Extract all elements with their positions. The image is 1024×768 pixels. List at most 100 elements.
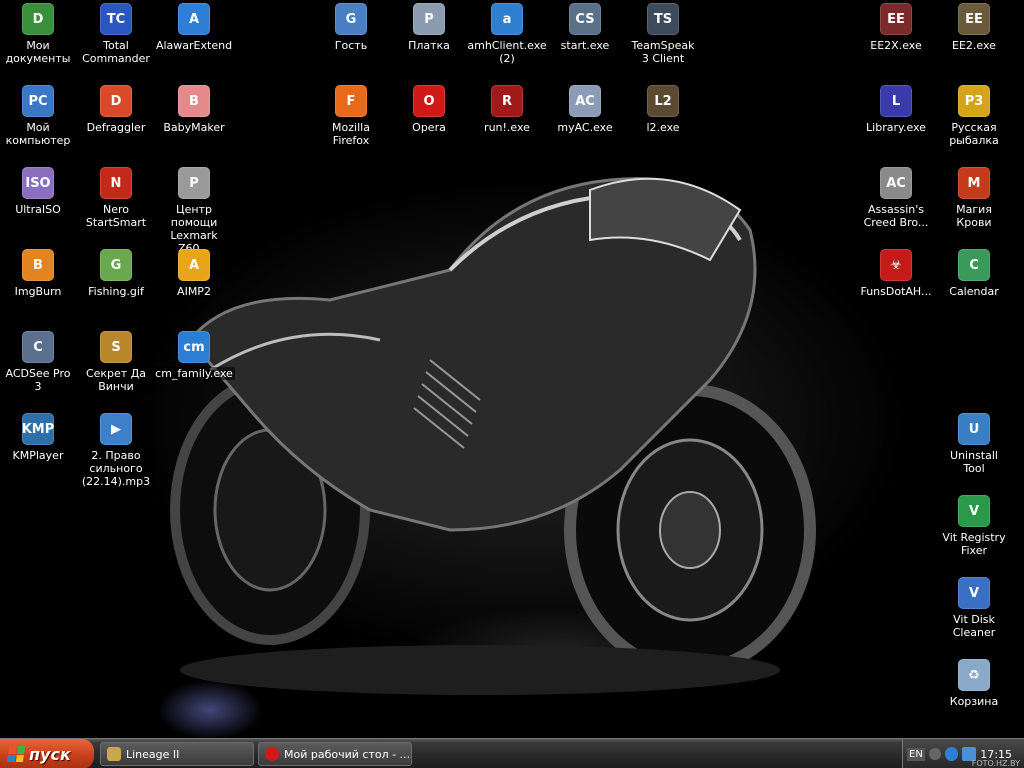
fishing-game-icon: P3 <box>958 85 990 117</box>
babymaker-icon: B <box>178 85 210 117</box>
desktop-icon[interactable]: a amhClient.exe (2) <box>465 3 549 65</box>
alawar-icon: A <box>178 3 210 35</box>
my-documents-icon: D <box>22 3 54 35</box>
desktop-icon[interactable]: PC Мой компьютер <box>0 85 76 147</box>
empire-earth-icon: EE <box>958 3 990 35</box>
language-indicator[interactable]: EN <box>907 747 925 761</box>
desktop-icon[interactable]: U Uninstall Tool <box>936 413 1012 475</box>
desktop-icon[interactable]: G Гость <box>313 3 389 52</box>
network-computer-icon: G <box>335 3 367 35</box>
lineage-icon: L2 <box>647 85 679 117</box>
desktop-icon-label: FunsDotAH... <box>858 285 934 298</box>
desktop-icon[interactable]: L Library.exe <box>858 85 934 134</box>
desktop-icon-label: EE2.exe <box>950 39 998 52</box>
desktop-icon[interactable]: D Мои документы <box>0 3 76 65</box>
desktop-icon[interactable]: A AIMP2 <box>156 249 232 298</box>
desktop-icon-label: BabyMaker <box>161 121 227 134</box>
desktop-icon[interactable]: C Calendar <box>936 249 1012 298</box>
calendar-icon: C <box>958 249 990 281</box>
desktop-icon-label: UltraISO <box>13 203 63 216</box>
amh-client-icon: a <box>491 3 523 35</box>
windows-logo-icon <box>6 746 26 762</box>
desktop-icon[interactable]: B ImgBurn <box>0 249 76 298</box>
desktop-icon-label: Русская рыбалка <box>936 121 1012 147</box>
desktop-icon-label: KMPlayer <box>10 449 66 462</box>
davinci-icon: S <box>100 331 132 363</box>
desktop-icon[interactable]: EE EE2X.exe <box>858 3 934 52</box>
desktop-icon[interactable]: EE EE2.exe <box>936 3 1012 52</box>
watermark: FOTO.HZ.BY <box>971 759 1020 768</box>
desktop-icon[interactable]: S Секрет Да Винчи <box>78 331 154 393</box>
start-label: пуск <box>29 744 71 764</box>
desktop-icon[interactable]: D Defraggler <box>78 85 154 134</box>
empire-earth-x-icon: EE <box>880 3 912 35</box>
desktop-icon[interactable]: V Vit Disk Cleaner <box>936 577 1012 639</box>
start-button[interactable]: пуск <box>0 739 94 768</box>
desktop-icon-label: Vit Disk Cleaner <box>936 613 1012 639</box>
desktop-icon-label: ACDSee Pro 3 <box>0 367 76 393</box>
desktop-icon-label: Vit Registry Fixer <box>936 531 1012 557</box>
disc-icon: ISO <box>22 167 54 199</box>
desktop-icon[interactable]: L2 l2.exe <box>625 85 701 134</box>
desktop-icon-label: Мои документы <box>0 39 76 65</box>
taskbar: пуск Lineage II Мой рабочий стол - ... E… <box>0 738 1024 768</box>
desktop-icon-label: Мой компьютер <box>0 121 76 147</box>
desktop-icon[interactable]: cm cm_family.exe <box>153 331 235 380</box>
desktop-icon[interactable]: A AlawarExtend <box>153 3 235 52</box>
library-icon: L <box>880 85 912 117</box>
desktop-icon-label: myAC.exe <box>555 121 615 134</box>
desktop-icon[interactable]: P Платка <box>391 3 467 52</box>
desktop-icon-label: Assassin's Creed Bro... <box>858 203 934 229</box>
imgburn-icon: B <box>22 249 54 281</box>
desktop-icon[interactable]: Rrun!.exe <box>469 85 545 134</box>
desktop-icon[interactable]: M Магия Крови <box>936 167 1012 229</box>
desktop-icon[interactable]: F Mozilla Firefox <box>313 85 389 147</box>
desktop-icon[interactable]: P3 Русская рыбалка <box>936 85 1012 147</box>
network-tray-icon[interactable] <box>944 747 959 761</box>
desktop-icon[interactable]: ▶ 2. Право сильного (22.14).mp3 <box>78 413 154 488</box>
desktop-icon[interactable]: TC Total Commander <box>78 3 154 65</box>
desktop-icon-label: start.exe <box>558 39 612 52</box>
desktop-icon[interactable]: B BabyMaker <box>156 85 232 134</box>
desktop-icon[interactable]: V Vit Registry Fixer <box>936 495 1012 557</box>
desktop-icon-label: Mozilla Firefox <box>313 121 389 147</box>
desktop-icon[interactable]: TS TeamSpeak 3 Client <box>625 3 701 65</box>
desktop-icon[interactable]: ♻ Корзина <box>936 659 1012 708</box>
desktop-icon[interactable]: ☣ FunsDotAH... <box>858 249 934 298</box>
nero-icon: N <box>100 167 132 199</box>
desktop-icon[interactable]: N Nero StartSmart <box>78 167 154 229</box>
aimp-icon: A <box>178 249 210 281</box>
audio-file-icon: ▶ <box>100 413 132 445</box>
desktop-icon[interactable]: KMP KMPlayer <box>0 413 76 462</box>
taskbar-item-opera[interactable]: Мой рабочий стол - ... <box>258 742 412 766</box>
cm-family-icon: cm <box>178 331 210 363</box>
desktop-icon[interactable]: AC myAC.exe <box>547 85 623 134</box>
desktop-icon[interactable]: O Opera <box>391 85 467 134</box>
desktop-icon-label: Центр помощи Lexmark Z60... <box>156 203 232 255</box>
motorcycle-wallpaper-image <box>170 177 816 695</box>
desktop-icon[interactable]: ISO UltraISO <box>0 167 76 216</box>
desktop-icon[interactable]: P Центр помощи Lexmark Z60... <box>156 167 232 255</box>
assassins-creed-icon: AC <box>880 167 912 199</box>
desktop-icon-label: ImgBurn <box>12 285 64 298</box>
desktop-icon-label: AIMP2 <box>175 285 213 298</box>
taskbar-item-lineage[interactable]: Lineage II <box>100 742 254 766</box>
biohazard-icon: ☣ <box>880 249 912 281</box>
opera-icon: O <box>413 85 445 117</box>
desktop-icon-label: Nero StartSmart <box>78 203 154 229</box>
desktop-icon[interactable]: C ACDSee Pro 3 <box>0 331 76 393</box>
desktop-icon-label: Корзина <box>947 695 1001 708</box>
taskbar-item-label: Lineage II <box>126 747 180 761</box>
desktop-icon-label: Платка <box>406 39 452 52</box>
desktop-icon-label: amhClient.exe (2) <box>465 39 549 65</box>
desktop-icon[interactable]: AC Assassin's Creed Bro... <box>858 167 934 229</box>
floppy-icon: TC <box>100 3 132 35</box>
desktop-icon[interactable]: G Fishing.gif <box>78 249 154 298</box>
desktop-icon[interactable]: CS start.exe <box>547 3 623 52</box>
desktop-icon-label: Гость <box>332 39 370 52</box>
desktop-icon-label: Defraggler <box>84 121 148 134</box>
printer-icon: P <box>178 167 210 199</box>
opera-task-icon <box>265 747 279 761</box>
desktop-icon-label: TeamSpeak 3 Client <box>625 39 701 65</box>
tray-arrow-icon[interactable] <box>928 748 941 760</box>
